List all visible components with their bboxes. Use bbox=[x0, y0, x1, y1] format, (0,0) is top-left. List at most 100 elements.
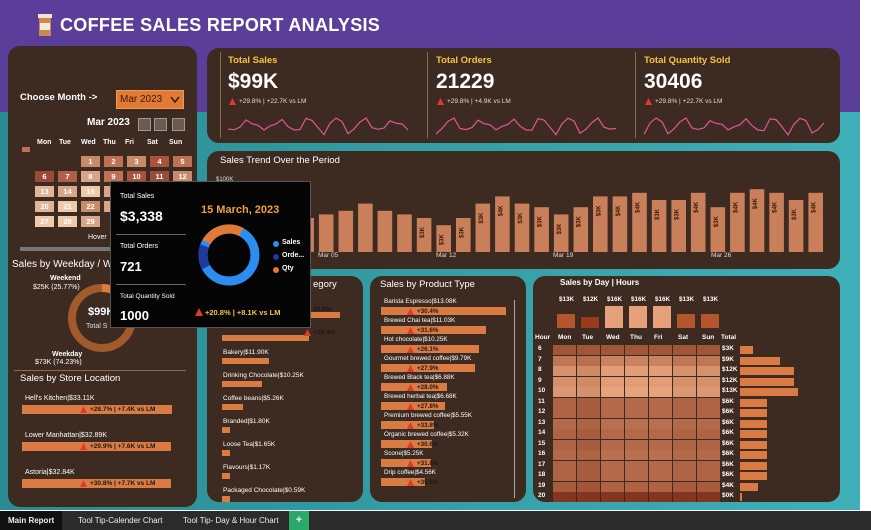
heatmap-cell[interactable] bbox=[601, 439, 624, 450]
heatmap-cell[interactable] bbox=[673, 439, 696, 450]
heatmap-cell[interactable] bbox=[697, 397, 720, 408]
heatmap-cell[interactable] bbox=[553, 408, 576, 418]
heatmap-cell[interactable] bbox=[553, 345, 576, 355]
heatmap-cell[interactable] bbox=[697, 355, 720, 366]
heatmap-cell[interactable] bbox=[577, 408, 600, 418]
heatmap-cell[interactable] bbox=[697, 366, 720, 376]
heatmap-cell[interactable] bbox=[601, 408, 624, 418]
heatmap-cell[interactable] bbox=[577, 397, 600, 408]
product-scrollbar[interactable] bbox=[514, 300, 515, 498]
heatmap-cell[interactable] bbox=[625, 450, 648, 460]
trend-bar[interactable] bbox=[397, 214, 412, 252]
heatmap-cell[interactable] bbox=[673, 492, 696, 502]
heatmap-cell[interactable] bbox=[625, 460, 648, 471]
heatmap-cell[interactable] bbox=[673, 481, 696, 492]
heatmap-cell[interactable] bbox=[697, 439, 720, 450]
heatmap-cell[interactable] bbox=[577, 460, 600, 471]
trend-bar[interactable] bbox=[671, 200, 686, 252]
heatmap-cell[interactable] bbox=[649, 439, 672, 450]
heatmap-cell[interactable] bbox=[553, 376, 576, 387]
heatmap-cell[interactable] bbox=[649, 408, 672, 418]
heatmap-cell[interactable] bbox=[625, 345, 648, 355]
heatmap-cell[interactable] bbox=[649, 387, 672, 397]
heatmap-cell[interactable] bbox=[625, 397, 648, 408]
heatmap-cell[interactable] bbox=[697, 345, 720, 355]
heatmap-cell[interactable] bbox=[553, 460, 576, 471]
heatmap-cell[interactable] bbox=[577, 439, 600, 450]
trend-bar[interactable] bbox=[593, 196, 608, 252]
heatmap-cell[interactable] bbox=[625, 387, 648, 397]
heatmap-cell[interactable] bbox=[673, 366, 696, 376]
trend-bar[interactable] bbox=[495, 196, 510, 252]
heatmap-cell[interactable] bbox=[697, 429, 720, 439]
heatmap-cell[interactable] bbox=[577, 481, 600, 492]
heatmap-cell[interactable] bbox=[673, 450, 696, 460]
heatmap-cell[interactable] bbox=[673, 376, 696, 387]
trend-bar[interactable] bbox=[769, 192, 784, 252]
heatmap-cell[interactable] bbox=[697, 450, 720, 460]
heatmap-cell[interactable] bbox=[673, 345, 696, 355]
trend-bar[interactable] bbox=[651, 200, 667, 252]
heatmap-cell[interactable] bbox=[673, 471, 696, 481]
heatmap-cell[interactable] bbox=[553, 450, 576, 460]
heatmap-cell[interactable] bbox=[649, 492, 672, 502]
heatmap-cell[interactable] bbox=[625, 418, 648, 429]
heatmap-cell[interactable] bbox=[577, 366, 600, 376]
tab-main-report[interactable]: Main Report bbox=[0, 511, 62, 530]
heatmap-cell[interactable] bbox=[649, 345, 672, 355]
heatmap-cell[interactable] bbox=[601, 376, 624, 387]
heatmap-cell[interactable] bbox=[577, 450, 600, 460]
heatmap-cell[interactable] bbox=[649, 460, 672, 471]
heatmap-cell[interactable] bbox=[601, 345, 624, 355]
heatmap-cell[interactable] bbox=[553, 397, 576, 408]
heatmap-cell[interactable] bbox=[673, 397, 696, 408]
heatmap-cell[interactable] bbox=[649, 397, 672, 408]
trend-bar[interactable] bbox=[358, 203, 373, 252]
trend-bar[interactable] bbox=[318, 214, 334, 252]
heatmap-cell[interactable] bbox=[601, 481, 624, 492]
heatmap-cell[interactable] bbox=[577, 492, 600, 502]
heatmap-cell[interactable] bbox=[649, 355, 672, 366]
heatmap-cell[interactable] bbox=[601, 492, 624, 502]
heatmap-cell[interactable] bbox=[673, 387, 696, 397]
heatmap-cell[interactable] bbox=[625, 429, 648, 439]
heatmap-cell[interactable] bbox=[577, 429, 600, 439]
trend-bar[interactable] bbox=[377, 210, 393, 252]
heatmap-cell[interactable] bbox=[697, 471, 720, 481]
heatmap-cell[interactable] bbox=[649, 366, 672, 376]
heatmap-cell[interactable] bbox=[697, 376, 720, 387]
heatmap-cell[interactable] bbox=[673, 408, 696, 418]
heatmap-cell[interactable] bbox=[601, 471, 624, 481]
heatmap-cell[interactable] bbox=[553, 492, 576, 502]
heatmap-cell[interactable] bbox=[625, 439, 648, 450]
heatmap-cell[interactable] bbox=[649, 471, 672, 481]
heatmap-cell[interactable] bbox=[625, 481, 648, 492]
heatmap-cell[interactable] bbox=[553, 387, 576, 397]
heatmap-cell[interactable] bbox=[625, 492, 648, 502]
trend-bar[interactable] bbox=[514, 203, 530, 252]
tab-dayhour-tooltip[interactable]: Tool Tip- Day & Hour Chart bbox=[183, 511, 279, 530]
heatmap-cell[interactable] bbox=[697, 460, 720, 471]
heatmap-cell[interactable] bbox=[553, 366, 576, 376]
heatmap-cell[interactable] bbox=[697, 492, 720, 502]
heatmap-cell[interactable] bbox=[577, 355, 600, 366]
trend-bar[interactable] bbox=[534, 207, 549, 252]
heatmap-cell[interactable] bbox=[697, 408, 720, 418]
heatmap-cell[interactable] bbox=[625, 366, 648, 376]
heatmap-cell[interactable] bbox=[649, 450, 672, 460]
tab-calendar-tooltip[interactable]: Tool Tip-Calender Chart bbox=[78, 511, 162, 530]
heatmap-cell[interactable] bbox=[553, 481, 576, 492]
heatmap-cell[interactable] bbox=[649, 418, 672, 429]
heatmap-cell[interactable] bbox=[601, 429, 624, 439]
heatmap-cell[interactable] bbox=[601, 355, 624, 366]
heatmap-cell[interactable] bbox=[577, 376, 600, 387]
heatmap-cell[interactable] bbox=[673, 429, 696, 439]
trend-bar[interactable] bbox=[573, 207, 589, 252]
heatmap-cell[interactable] bbox=[673, 418, 696, 429]
heatmap-cell[interactable] bbox=[601, 387, 624, 397]
heatmap-cell[interactable] bbox=[553, 429, 576, 439]
heatmap-cell[interactable] bbox=[553, 439, 576, 450]
trend-bar[interactable] bbox=[338, 210, 354, 252]
heatmap-cell[interactable] bbox=[673, 355, 696, 366]
heatmap-cell[interactable] bbox=[697, 387, 720, 397]
